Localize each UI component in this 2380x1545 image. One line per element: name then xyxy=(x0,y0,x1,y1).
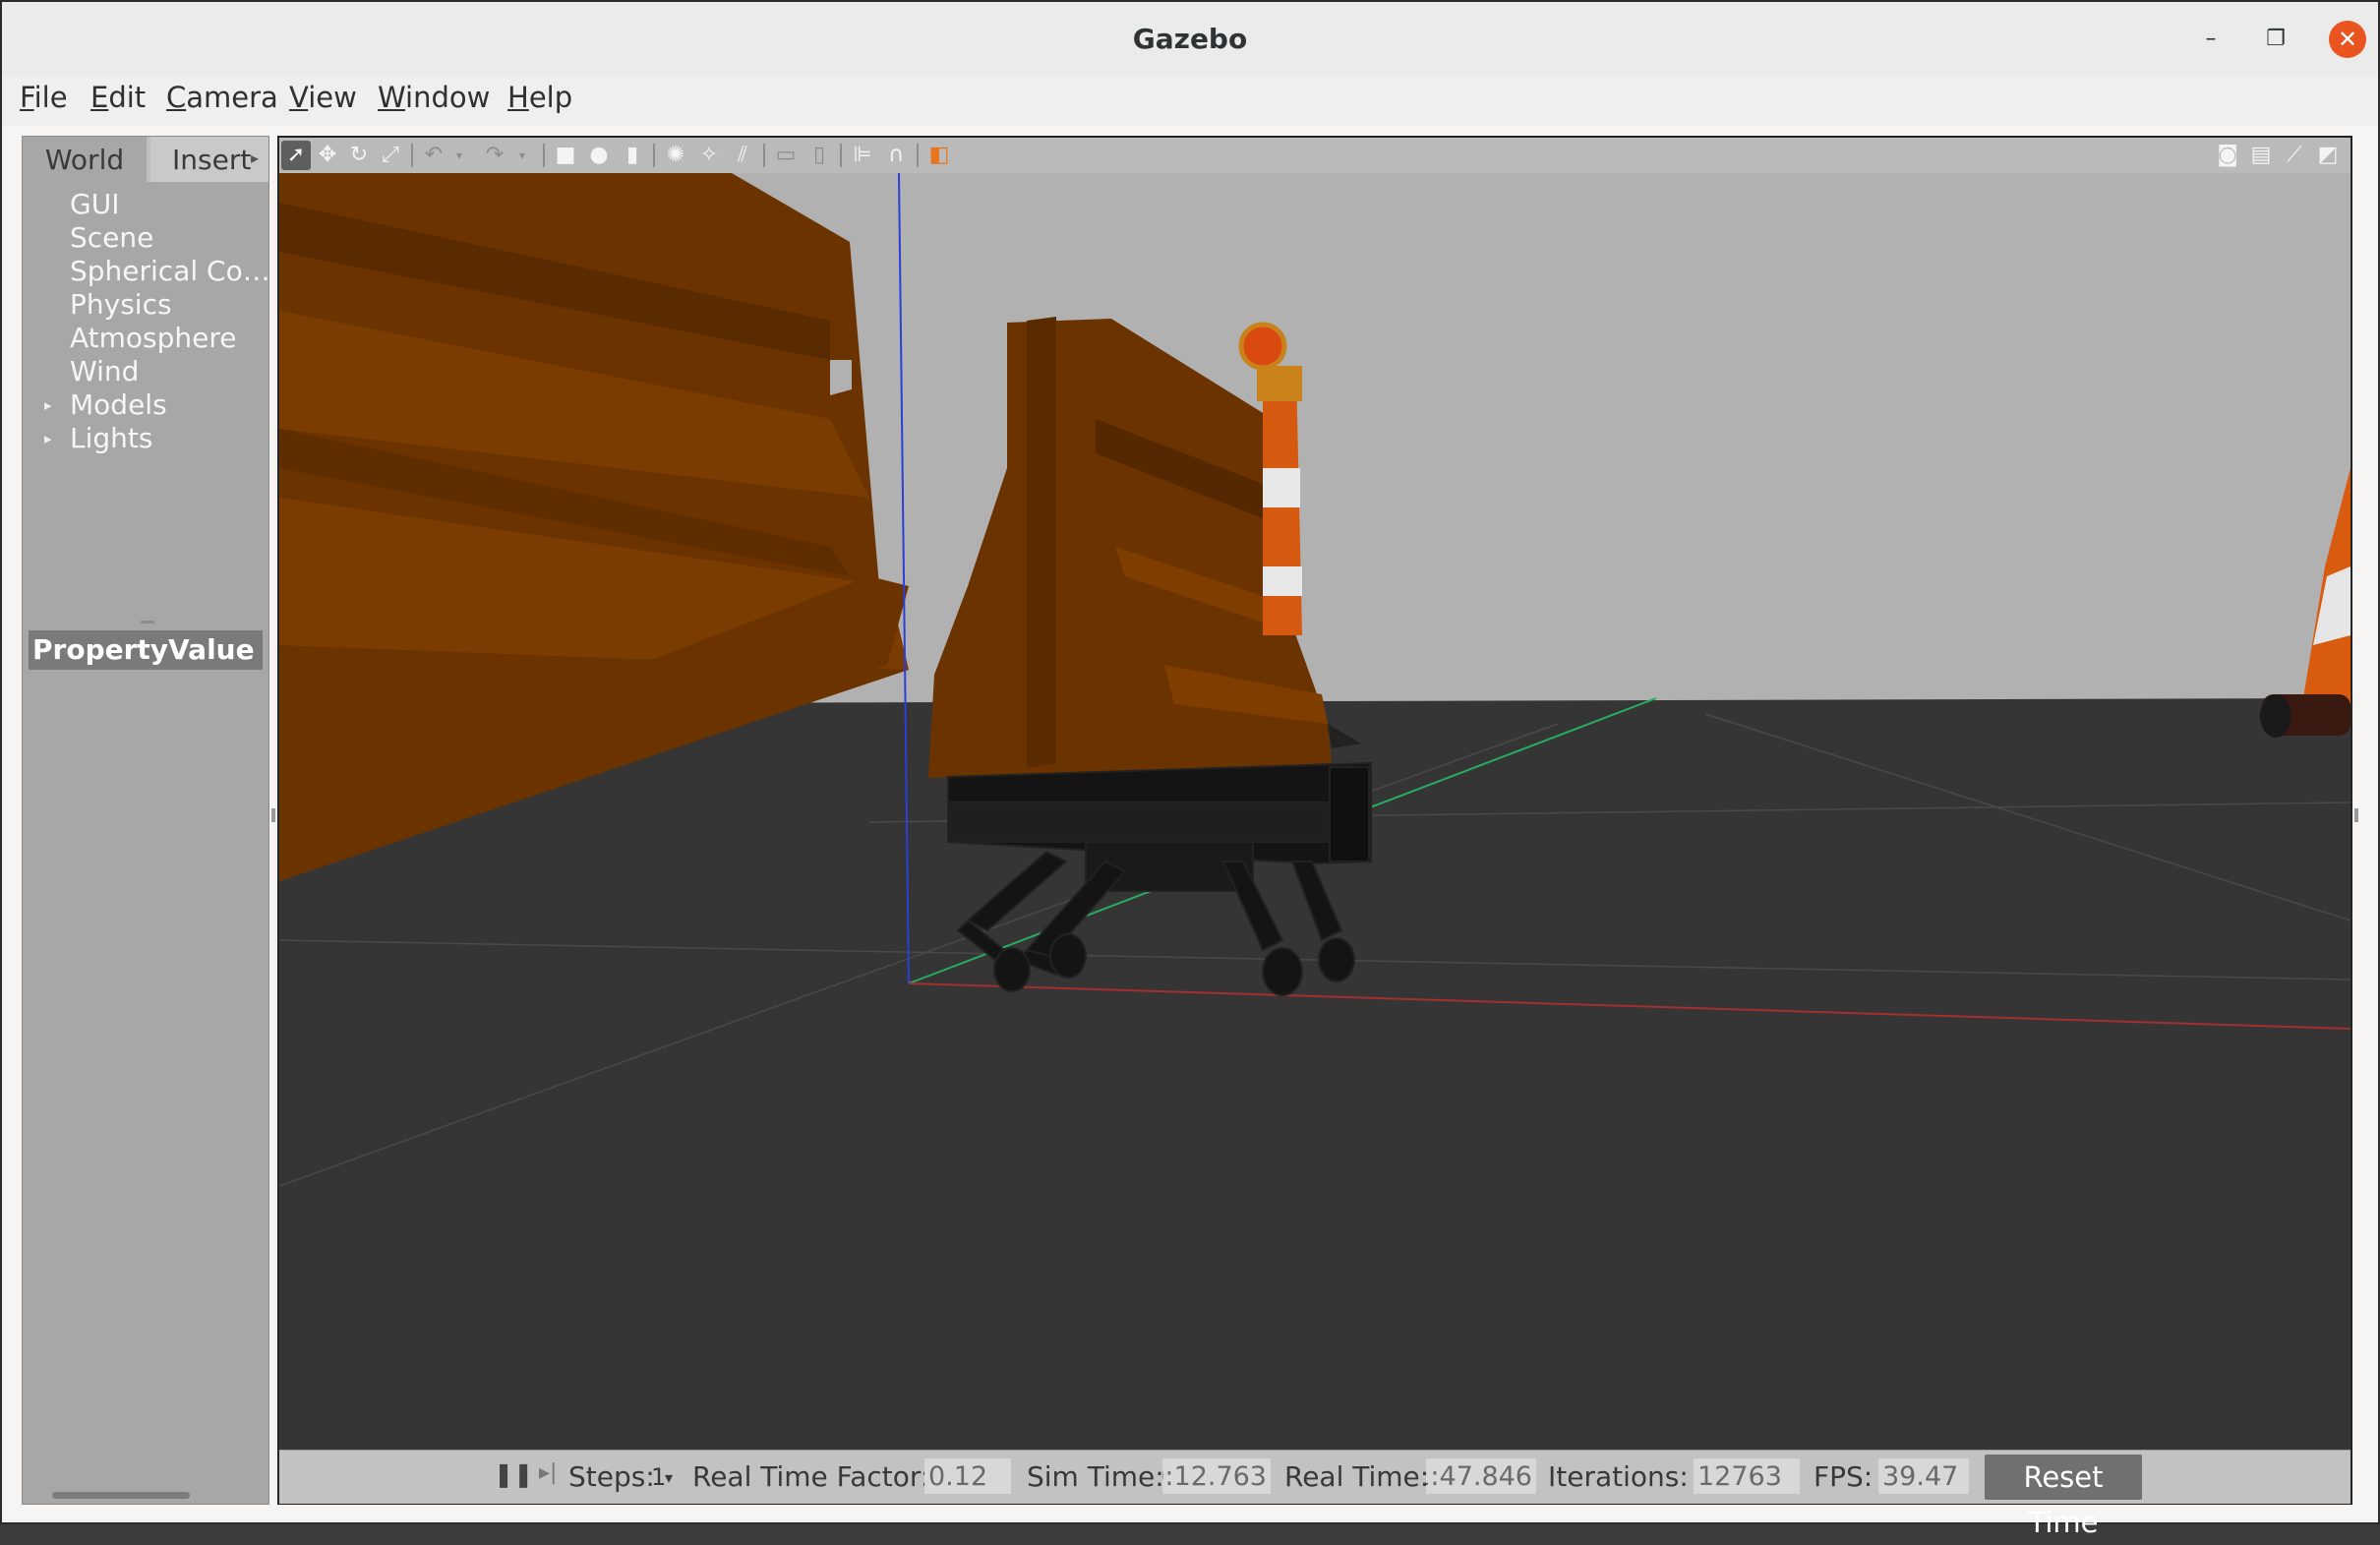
maximize-button[interactable]: ❐ xyxy=(2260,24,2291,55)
toolbar-separator xyxy=(763,144,765,167)
tab-world[interactable]: World xyxy=(23,137,147,182)
panel-splitter-handle[interactable] xyxy=(141,621,154,624)
close-button[interactable]: ✕ xyxy=(2329,21,2366,58)
screenshot-icon[interactable]: ◙ xyxy=(2213,141,2242,170)
menu-mnemonic: H xyxy=(507,81,529,114)
expand-arrow-icon[interactable]: ▸ xyxy=(44,430,52,447)
real-time-value: 00:00:01:47.846 xyxy=(1426,1458,1536,1494)
menu-label: dit xyxy=(108,81,147,114)
plot-icon[interactable]: ⟋ xyxy=(2280,141,2309,170)
steps-value[interactable]: 1 xyxy=(651,1463,666,1491)
sphere-shape-icon[interactable]: ● xyxy=(584,141,614,170)
reset-time-button[interactable]: Reset Time xyxy=(1985,1455,2142,1539)
menu-help[interactable]: Help xyxy=(507,81,572,114)
cylinder-shape-icon[interactable]: ▮ xyxy=(618,141,647,170)
select-arrow-icon[interactable]: ➚ xyxy=(281,141,311,170)
menu-mnemonic: W xyxy=(378,81,406,114)
menu-label: iew xyxy=(308,81,357,114)
window-title: Gazebo xyxy=(1132,23,1248,55)
steps-label: Steps: xyxy=(568,1460,655,1493)
video-record-icon[interactable]: ◩ xyxy=(2313,141,2343,170)
toolbar-separator xyxy=(543,144,545,167)
scale-icon[interactable]: ⤢ xyxy=(376,141,405,170)
snap-magnet-icon[interactable]: ∩ xyxy=(881,141,911,170)
menu-camera[interactable]: Camera xyxy=(166,81,278,114)
copy-icon[interactable]: ▭ xyxy=(771,141,801,170)
menu-label: indow xyxy=(405,81,491,114)
horizontal-scrollbar[interactable] xyxy=(52,1492,190,1499)
tree-item-lights[interactable]: Lights xyxy=(70,422,152,454)
log-icon[interactable]: ▤ xyxy=(2246,141,2276,170)
redo-dropdown-icon[interactable]: ▾ xyxy=(507,141,537,170)
expand-arrow-icon[interactable]: ▸ xyxy=(44,396,52,414)
menu-file[interactable]: File xyxy=(20,81,68,114)
toolbar-separator xyxy=(653,144,655,167)
menu-label: ile xyxy=(33,81,68,114)
redo-icon[interactable]: ↷ xyxy=(480,141,509,170)
tree-item-wind[interactable]: Wind xyxy=(70,355,139,387)
scene-render-view[interactable] xyxy=(279,173,2350,1450)
tree-item-physics[interactable]: Physics xyxy=(70,288,172,321)
right-splitter-handle[interactable] xyxy=(2354,808,2358,822)
menu-view[interactable]: View xyxy=(289,81,357,114)
menu-mnemonic: E xyxy=(90,81,109,114)
pause-icon[interactable]: ❚❚ xyxy=(494,1460,533,1488)
left-panel: World Insert ▸ GUI Scene Spherical Co… P… xyxy=(22,136,270,1505)
menu-mnemonic: C xyxy=(166,81,187,114)
point-light-icon[interactable]: ✺ xyxy=(661,141,690,170)
title-bar[interactable]: Gazebo – ❐ ✕ xyxy=(2,2,2378,76)
fps-label: FPS: xyxy=(1814,1460,1874,1493)
undo-dropdown-icon[interactable]: ▾ xyxy=(445,141,474,170)
menu-bar: File Edit Camera View Window Help xyxy=(2,75,2378,126)
sim-time-value: 00:00:00:12.763 xyxy=(1162,1458,1271,1494)
tree-item-gui[interactable]: GUI xyxy=(70,188,119,220)
tree-item-atmosphere[interactable]: Atmosphere xyxy=(70,322,237,354)
time-status-bar: ❚❚ ▸| Steps: 1 ▾ Real Time Factor: 0.12 … xyxy=(279,1450,2350,1539)
real-time-factor-value: 0.12 xyxy=(924,1458,1011,1494)
align-icon[interactable]: ⊫ xyxy=(848,141,877,170)
tree-item-spherical-coordinates[interactable]: Spherical Co… xyxy=(70,255,270,287)
panel-tab-bar: World Insert ▸ xyxy=(23,137,268,182)
menu-mnemonic: F xyxy=(20,81,34,114)
menu-label: amera xyxy=(186,81,278,114)
toolbar-separator xyxy=(411,144,413,167)
real-time-label: Real Time: xyxy=(1284,1460,1430,1493)
toolbar-separator xyxy=(917,144,919,167)
menu-label: elp xyxy=(528,81,573,114)
steps-dropdown-icon[interactable]: ▾ xyxy=(665,1468,673,1487)
menu-edit[interactable]: Edit xyxy=(90,81,146,114)
box-shape-icon[interactable]: ■ xyxy=(551,141,580,170)
viewport-toolbar: ➚ ✥ ↻ ⤢ ↶ ▾ ↷ ▾ ■ ● ▮ ✺ ✧ ⫽ ▭ ▯ ⊫ ∩ ◧ ◙ … xyxy=(279,138,2350,174)
paste-icon[interactable]: ▯ xyxy=(804,141,834,170)
sim-time-label: Sim Time: xyxy=(1027,1460,1164,1493)
view-angle-icon[interactable]: ◧ xyxy=(924,141,954,170)
tab-scroll-right-icon[interactable]: ▸ xyxy=(251,149,259,167)
iterations-label: Iterations: xyxy=(1548,1460,1689,1493)
tree-item-scene[interactable]: Scene xyxy=(70,221,153,254)
tree-item-models[interactable]: Models xyxy=(70,388,167,421)
gazebo-window: Gazebo – ❐ ✕ File Edit Camera View Windo… xyxy=(0,0,2380,1539)
minimize-button[interactable]: – xyxy=(2195,24,2227,55)
property-header: PropertyValue xyxy=(29,630,263,670)
iterations-value: 12763 xyxy=(1694,1458,1800,1494)
directional-light-icon[interactable]: ⫽ xyxy=(728,141,757,170)
real-time-factor-label: Real Time Factor: xyxy=(692,1460,930,1493)
spot-light-icon[interactable]: ✧ xyxy=(694,141,724,170)
translate-icon[interactable]: ✥ xyxy=(313,141,342,170)
step-icon[interactable]: ▸| xyxy=(539,1460,557,1485)
toolbar-separator xyxy=(840,144,842,167)
left-splitter-handle[interactable] xyxy=(271,808,275,822)
fps-value: 39.47 xyxy=(1878,1458,1969,1494)
scene-canvas[interactable] xyxy=(279,173,2350,1450)
menu-mnemonic: V xyxy=(289,81,309,114)
rotate-icon[interactable]: ↻ xyxy=(344,141,374,170)
menu-window[interactable]: Window xyxy=(378,81,490,114)
